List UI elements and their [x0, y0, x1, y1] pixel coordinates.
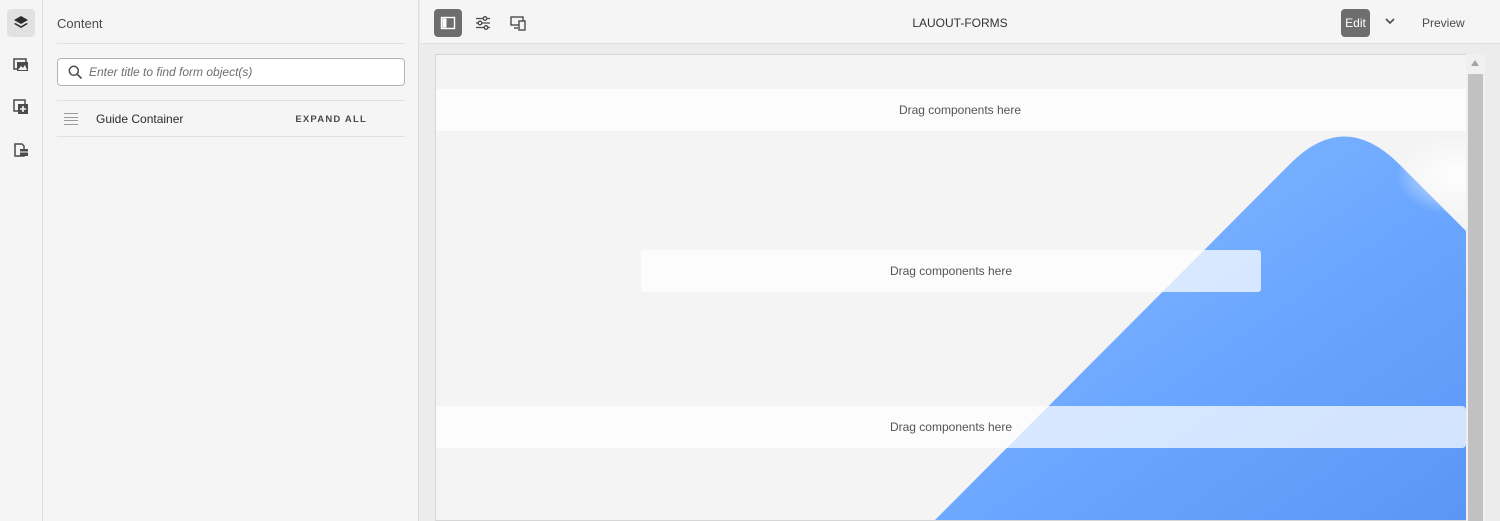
properties-icon [476, 16, 490, 30]
rail-assets-button[interactable] [7, 51, 35, 79]
app-window: Content Guide Container EXPAND ALL LAUOU… [0, 0, 1500, 521]
drop-zone-label: Drag components here [889, 264, 1013, 278]
tree-item-guide-container[interactable]: Guide Container EXPAND ALL [57, 101, 405, 137]
scroll-up-arrow-icon[interactable] [1471, 60, 1479, 66]
drop-zone-label: Drag components here [889, 420, 1013, 434]
content-panel: Content Guide Container EXPAND ALL [43, 0, 419, 521]
toggle-side-panel-icon [440, 16, 456, 30]
data-sources-icon [14, 143, 28, 157]
search-icon [68, 65, 82, 79]
drop-zone[interactable]: Drag components here [436, 406, 1466, 448]
expand-all-button[interactable]: EXPAND ALL [295, 114, 367, 125]
assets-icon [13, 58, 28, 71]
panel-title: Content [57, 16, 103, 31]
scrollbar-thumb[interactable] [1468, 74, 1483, 521]
page-title: LAUOUT-FORMS [912, 16, 1008, 30]
rail-layers-button[interactable] [7, 9, 35, 37]
components-icon [13, 99, 28, 114]
editor-toolbar: LAUOUT-FORMS Edit Preview [420, 0, 1500, 44]
emulator-button[interactable] [504, 9, 532, 37]
vertical-scrollbar[interactable] [1466, 54, 1485, 521]
emulator-icon [510, 16, 526, 31]
drop-zone[interactable]: Drag components here [436, 89, 1484, 131]
tree-item-label: Guide Container [96, 112, 184, 126]
preview-button[interactable]: Preview [1422, 16, 1465, 30]
properties-button[interactable] [469, 9, 497, 37]
chevron-down-icon[interactable] [1383, 14, 1397, 28]
side-rail [0, 0, 43, 521]
search-input[interactable] [89, 65, 389, 79]
divider [57, 43, 405, 44]
divider [57, 136, 405, 137]
layers-icon [14, 16, 28, 28]
drag-handle-icon[interactable] [64, 113, 78, 125]
toggle-side-panel-button[interactable] [434, 9, 462, 37]
search-box[interactable] [57, 58, 405, 86]
drop-zone-label: Drag components here [898, 103, 1022, 117]
edit-mode-button[interactable]: Edit [1341, 9, 1370, 37]
rail-components-button[interactable] [7, 93, 35, 121]
form-canvas: Drag components here Drag components her… [435, 54, 1485, 521]
rail-data-sources-button[interactable] [7, 135, 35, 163]
drop-zone[interactable]: Drag components here [641, 250, 1261, 292]
